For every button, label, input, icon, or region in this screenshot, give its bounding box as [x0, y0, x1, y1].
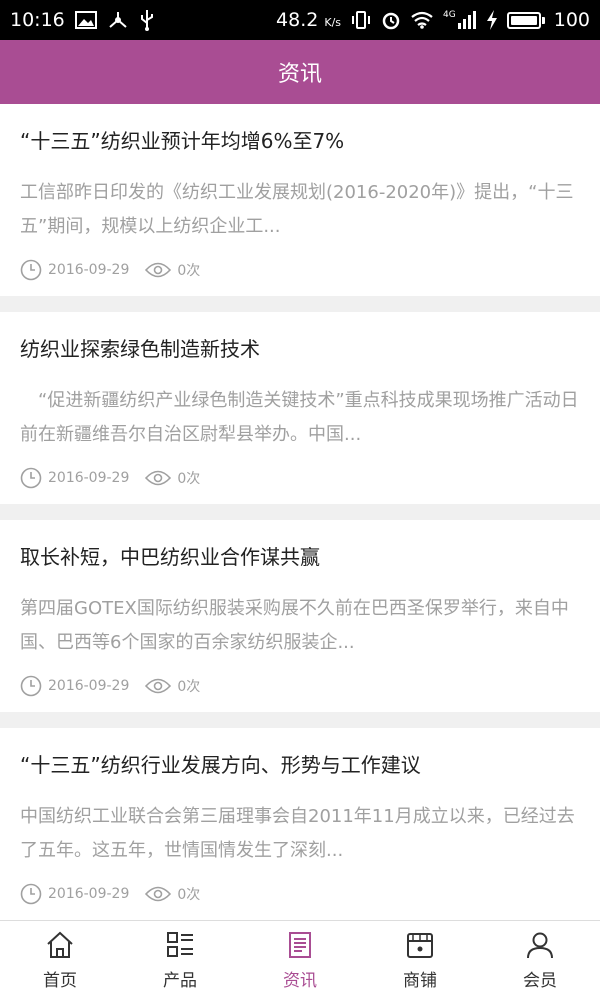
news-date: 2016-09-29 — [48, 678, 130, 694]
news-date: 2016-09-29 — [48, 262, 130, 278]
news-summary: 工信部昨日印发的《纺织工业发展规划(2016-2020年)》提出，“十三五”期间… — [20, 182, 574, 237]
news-views: 0次 — [177, 679, 201, 695]
news-item[interactable]: “十三五”纺织业预计年均增6%至7% 工信部昨日印发的《纺织工业发展规划(201… — [0, 104, 600, 296]
home-icon — [47, 931, 73, 958]
news-views: 0次 — [177, 263, 201, 279]
status-time: 10:16 — [10, 9, 65, 31]
news-summary: 第四届GOTEX国际纺织服装采购展不久前在巴西圣保罗举行，来自中国、巴西等6个国… — [20, 598, 569, 653]
usb-icon — [139, 9, 155, 31]
tab-label: 首页 — [43, 971, 77, 991]
share-icon — [107, 10, 129, 30]
tab-store[interactable]: 商铺 — [360, 921, 480, 1000]
news-item[interactable]: “十三五”纺织行业发展方向、形势与工作建议 中国纺织工业联合会第三届理事会自20… — [0, 728, 600, 920]
eye-icon — [145, 678, 172, 694]
battery-level: 100 — [553, 9, 590, 31]
status-bar: 10:16 48.2 K/s 4G 100 — [0, 0, 600, 40]
news-date: 2016-09-29 — [48, 886, 130, 902]
clock-icon — [20, 883, 42, 905]
news-views: 0次 — [177, 471, 201, 487]
news-icon — [289, 932, 311, 958]
clock-icon — [20, 259, 42, 281]
user-icon — [527, 932, 553, 959]
alarm-icon — [381, 10, 401, 30]
news-title: 取长补短，中巴纺织业合作谋共赢 — [20, 545, 320, 569]
signal-icon: 4G — [443, 11, 477, 29]
list-icon — [167, 932, 193, 957]
eye-icon — [145, 470, 172, 486]
clock-icon — [20, 675, 42, 697]
tab-home[interactable]: 首页 — [0, 921, 120, 1000]
news-meta: 2016-09-29 0次 — [20, 466, 580, 490]
news-item[interactable]: 取长补短，中巴纺织业合作谋共赢 第四届GOTEX国际纺织服装采购展不久前在巴西圣… — [0, 520, 600, 712]
tab-label: 会员 — [523, 971, 557, 991]
charging-icon — [486, 10, 498, 30]
eye-icon — [145, 886, 172, 902]
news-summary: “促进新疆纺织产业绿色制造关键技术”重点科技成果现场推广活动日前在新疆维吾尔自治… — [20, 390, 579, 445]
tab-label: 产品 — [163, 971, 197, 991]
news-meta: 2016-09-29 0次 — [20, 882, 580, 906]
page-title: 资讯 — [277, 62, 322, 87]
vibrate-icon — [350, 10, 372, 30]
news-meta: 2016-09-29 0次 — [20, 674, 580, 698]
news-title: “十三五”纺织业预计年均增6%至7% — [20, 129, 345, 153]
network-speed: 48.2 K/s — [276, 9, 342, 31]
news-item[interactable]: 纺织业探索绿色制造新技术 “促进新疆纺织产业绿色制造关键技术”重点科技成果现场推… — [0, 312, 600, 504]
tab-products[interactable]: 产品 — [120, 921, 240, 1000]
news-views: 0次 — [177, 887, 201, 903]
news-title: 纺织业探索绿色制造新技术 — [20, 337, 260, 361]
wifi-icon — [410, 11, 434, 29]
news-list: “十三五”纺织业预计年均增6%至7% 工信部昨日印发的《纺织工业发展规划(201… — [0, 104, 600, 920]
clock-icon — [20, 467, 42, 489]
gallery-icon — [74, 11, 97, 29]
tab-label: 商铺 — [403, 971, 437, 991]
battery-icon — [506, 11, 545, 29]
bottom-tab-bar: 首页 产品 资讯 商铺 会员 — [0, 920, 600, 1000]
tab-label: 资讯 — [283, 971, 317, 991]
news-title: “十三五”纺织行业发展方向、形势与工作建议 — [20, 753, 421, 777]
news-summary: 中国纺织工业联合会第三届理事会自2011年11月成立以来，已经过去了五年。这五年… — [20, 806, 575, 861]
store-icon — [407, 933, 433, 958]
tab-news[interactable]: 资讯 — [240, 921, 360, 1000]
news-meta: 2016-09-29 0次 — [20, 258, 580, 282]
tab-member[interactable]: 会员 — [480, 921, 600, 1000]
news-date: 2016-09-29 — [48, 470, 130, 486]
eye-icon — [145, 262, 172, 278]
app-header: 资讯 — [0, 40, 600, 104]
